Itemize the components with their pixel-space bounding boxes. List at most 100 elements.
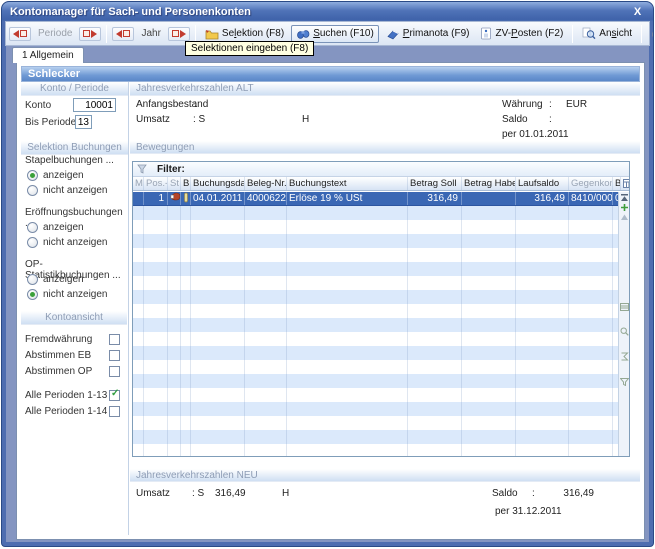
- checkbox-icon[interactable]: [109, 350, 120, 361]
- cell-empty: [516, 402, 569, 416]
- radio-option[interactable]: anzeigen: [21, 220, 127, 235]
- title-bar[interactable]: Kontomanager für Sach- und Personenkonte…: [2, 2, 653, 21]
- table-row-empty[interactable]: [133, 416, 618, 430]
- suchen-button[interactable]: Suchen (F10): [291, 25, 379, 43]
- grid-column-header[interactable]: M: [133, 177, 144, 190]
- radio-option[interactable]: anzeigen: [21, 168, 127, 183]
- radio-option[interactable]: nicht anzeigen: [21, 235, 127, 250]
- cell-empty: [408, 206, 462, 220]
- table-row-empty[interactable]: [133, 276, 618, 290]
- table-row-empty[interactable]: [133, 360, 618, 374]
- tab-allgemein[interactable]: 1 Allgemein: [12, 47, 84, 63]
- table-row-empty[interactable]: [133, 262, 618, 276]
- radio-option[interactable]: nicht anzeigen: [21, 183, 127, 198]
- jahr-next-button[interactable]: [168, 27, 190, 41]
- table-row-empty[interactable]: [133, 374, 618, 388]
- selektion-button[interactable]: Selektion (F8): [201, 26, 288, 42]
- grid-column-header[interactable]: Betrag Haben: [462, 177, 516, 190]
- primanota-button[interactable]: Primanota (F9): [382, 26, 474, 42]
- table-row-empty[interactable]: [133, 430, 618, 444]
- zv-posten-button[interactable]: ZV-Posten (F2): [476, 25, 567, 42]
- sum-icon[interactable]: [620, 348, 629, 366]
- checkbox-row[interactable]: Fremdwährung: [21, 331, 127, 347]
- radio-option[interactable]: nicht anzeigen: [21, 287, 127, 302]
- table-row-empty[interactable]: [133, 444, 618, 456]
- grid-column-header[interactable]: Betrag Soll: [408, 177, 462, 190]
- checkbox-row[interactable]: Abstimmen EB: [21, 347, 127, 363]
- table-row-empty[interactable]: [133, 290, 618, 304]
- table-row-empty[interactable]: [133, 304, 618, 318]
- grid-column-header[interactable]: Buchungstext: [287, 177, 408, 190]
- saldo-neu-colon: :: [532, 488, 535, 499]
- cell-empty: [144, 318, 168, 332]
- table-row-empty[interactable]: [133, 346, 618, 360]
- grid-column-header[interactable]: Pos.-nr: [144, 177, 168, 190]
- add-row-icon[interactable]: [619, 202, 629, 212]
- search-rows-icon[interactable]: [620, 323, 629, 341]
- radio-icon[interactable]: [27, 222, 38, 233]
- bis-periode-input[interactable]: [75, 115, 92, 129]
- grid-header-row[interactable]: MPos.-nrStBBuchungsdatumBeleg-Nr.Buchung…: [133, 177, 629, 191]
- cell-empty: [516, 388, 569, 402]
- radio-icon[interactable]: [27, 185, 38, 196]
- periode-next-button[interactable]: [79, 27, 101, 41]
- grid-scrollbar[interactable]: [618, 192, 629, 456]
- checkbox-icon[interactable]: [109, 334, 120, 345]
- document-icon: [480, 27, 492, 40]
- radio-icon[interactable]: [27, 237, 38, 248]
- table-row-empty[interactable]: [133, 206, 618, 220]
- cell-empty: [191, 290, 245, 304]
- cell-empty: [245, 220, 287, 234]
- grid-settings-icon[interactable]: [621, 177, 631, 190]
- scroll-top-icon[interactable]: [619, 192, 629, 202]
- cell-empty: [144, 276, 168, 290]
- table-row-empty[interactable]: [133, 318, 618, 332]
- cell-empty: [569, 248, 613, 262]
- cell-empty: [408, 346, 462, 360]
- checkbox-checked-icon[interactable]: [109, 390, 120, 401]
- periode-prev-button[interactable]: [9, 27, 31, 41]
- cell-empty: [408, 430, 462, 444]
- cell-empty: [144, 234, 168, 248]
- cell-empty: [168, 262, 181, 276]
- checkbox-row[interactable]: Alle Perioden 1-14: [21, 403, 127, 419]
- grid-column-header[interactable]: Buchungsdatum: [191, 177, 245, 190]
- card-view-icon[interactable]: [620, 298, 629, 316]
- umsatz-alt-label: Umsatz: [136, 114, 170, 125]
- cell-empty: [168, 248, 181, 262]
- cell-empty: [191, 388, 245, 402]
- grid-column-header[interactable]: B: [181, 177, 191, 190]
- grid-column-header[interactable]: Beleg-Nr.: [245, 177, 287, 190]
- filter-rows-icon[interactable]: [620, 373, 629, 391]
- table-row-empty[interactable]: [133, 234, 618, 248]
- table-row-empty[interactable]: [133, 220, 618, 234]
- grid-column-header[interactable]: B: [613, 177, 621, 190]
- radio-selected-icon[interactable]: [27, 289, 38, 300]
- grid-column-header[interactable]: Laufsaldo: [516, 177, 569, 190]
- cell-empty: [168, 318, 181, 332]
- cell-empty: [181, 318, 191, 332]
- table-row-selected[interactable]: 104.01.2011 /Di40006228Erlöse 19 % USt31…: [133, 192, 618, 206]
- table-row-empty[interactable]: [133, 402, 618, 416]
- checkbox-icon[interactable]: [109, 406, 120, 417]
- checkbox-row[interactable]: Alle Perioden 1-13: [21, 387, 127, 403]
- cell-pos-nr: 1: [144, 192, 168, 205]
- table-row-empty[interactable]: [133, 332, 618, 346]
- cell-beleg-nr: 40006228: [245, 192, 287, 205]
- grid-filter-bar[interactable]: Filter:: [133, 162, 629, 177]
- table-row-empty[interactable]: [133, 248, 618, 262]
- scroll-up-icon[interactable]: [619, 212, 629, 222]
- checkbox-icon[interactable]: [109, 366, 120, 377]
- checkbox-row[interactable]: Abstimmen OP: [21, 363, 127, 379]
- grid-column-header[interactable]: Gegenkonto: [569, 177, 613, 190]
- ansicht-button[interactable]: Ansicht: [578, 25, 636, 42]
- radio-selected-icon[interactable]: [27, 170, 38, 181]
- jahr-prev-button[interactable]: [112, 27, 134, 41]
- cell-empty: [168, 430, 181, 444]
- grid-column-header[interactable]: St: [168, 177, 181, 190]
- drucken-button[interactable]: Drucken: [647, 26, 654, 42]
- radio-icon[interactable]: [27, 274, 38, 285]
- konto-input[interactable]: [73, 98, 116, 112]
- close-icon[interactable]: X: [630, 6, 645, 18]
- table-row-empty[interactable]: [133, 388, 618, 402]
